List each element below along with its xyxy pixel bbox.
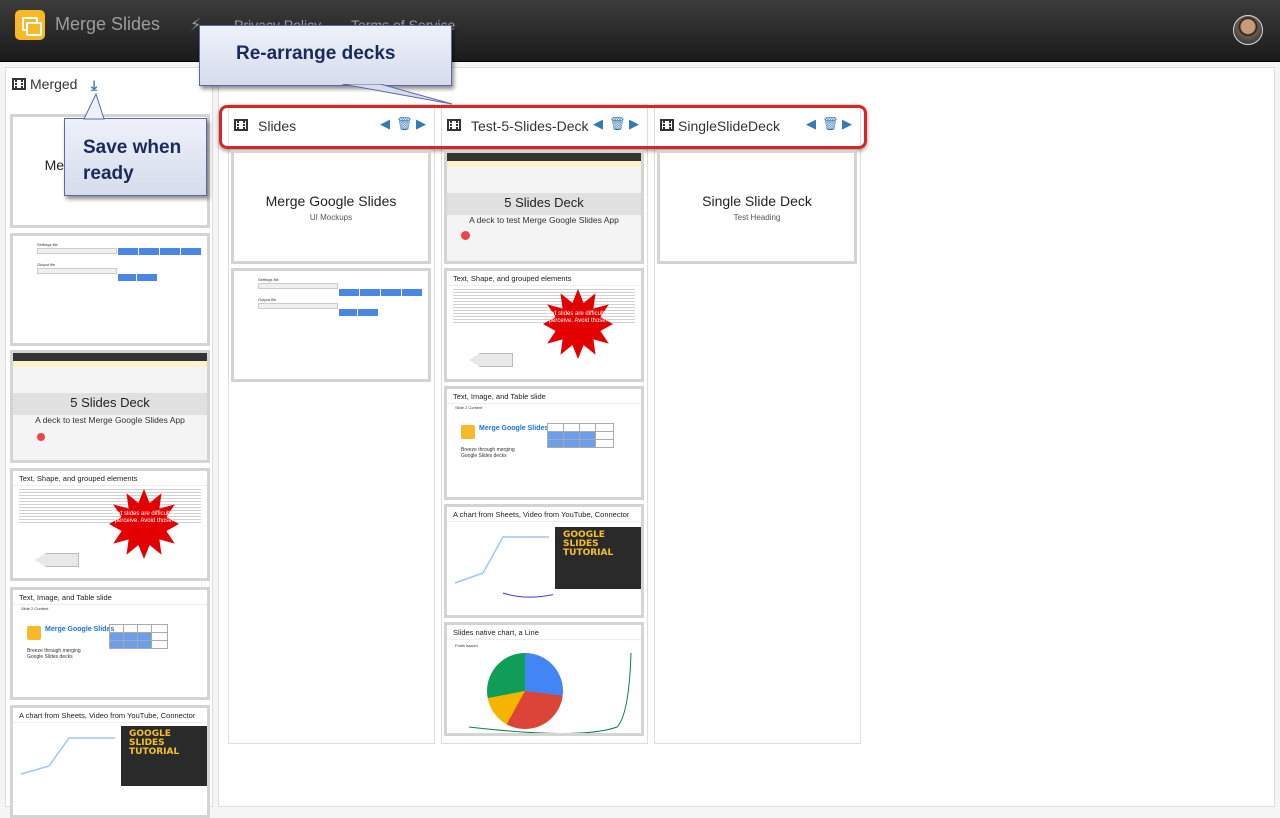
merged-slide-thumbnail[interactable]: Settings file Output file	[10, 233, 210, 346]
slide-heading: A chart from Sheets, Video from YouTube,…	[13, 708, 207, 723]
mini-button	[118, 248, 138, 255]
callout-text: Re-arrange decks	[236, 43, 396, 64]
settings-field	[37, 248, 117, 254]
mini-button	[181, 248, 201, 255]
logo-text: Merge Google Slides	[479, 425, 549, 432]
settings-field	[258, 283, 338, 289]
slide2-content: Slide 2 Content	[21, 606, 49, 611]
button-row	[339, 303, 379, 321]
line-curve	[468, 652, 632, 733]
deck-slide-thumbnail[interactable]: 5 Slides Deck A deck to test Merge Googl…	[444, 150, 644, 264]
button-row	[118, 268, 158, 286]
mini-table	[547, 423, 614, 448]
mini-button	[358, 309, 378, 316]
mini-button	[139, 248, 159, 255]
deck-slide-thumbnail[interactable]: Slides native chart, a Line Fruits issue…	[444, 622, 644, 736]
slide-heading: Text, Image, and Table slide	[13, 590, 207, 605]
slide-subtitle: UI Mockups	[309, 213, 353, 222]
output-label: Output file	[258, 297, 277, 302]
slide-title: 5 Slides Deck	[504, 195, 584, 210]
film-icon	[12, 78, 26, 90]
slide-subtitle: Test Heading	[733, 213, 781, 222]
deck-slide-thumbnail[interactable]: Text, Shape, and grouped elements Text s…	[444, 268, 644, 382]
red-dot	[461, 231, 470, 240]
slide-subtitle: A deck to test Merge Google Slides App	[469, 215, 619, 225]
rearrange-decks-callout: Re-arrange decks	[199, 25, 452, 86]
mini-line-chart	[454, 536, 553, 598]
mock-banner	[13, 361, 207, 367]
mock-banner	[447, 161, 641, 167]
deck-slide-thumbnail[interactable]: Text, Image, and Table slide Slide 2 Con…	[444, 386, 644, 500]
mini-button	[339, 289, 359, 296]
merged-slide-thumbnail[interactable]: Text, Image, and Table slide Slide 2 Con…	[10, 587, 210, 700]
slide-heading: Text, Shape, and grouped elements	[447, 271, 641, 286]
output-field	[258, 303, 338, 309]
deck-headers-highlight	[219, 105, 867, 149]
mini-button	[160, 248, 180, 255]
mock-toolbar	[447, 153, 641, 161]
top-navbar: Merge Slides ⚡ Privacy Policy Terms of S…	[0, 0, 1280, 62]
slide-title: 5 Slides Deck	[70, 395, 150, 410]
slide2-content: Slide 2 Content	[455, 405, 483, 410]
mini-button	[118, 274, 136, 281]
youtube-text: GOOGLE SLIDES TUTORIAL	[129, 729, 180, 757]
starburst-text: Text slides are difficult to perceive. A…	[111, 511, 177, 524]
slides-logo-icon	[27, 626, 41, 640]
button-row	[118, 248, 202, 256]
deck-slide-thumbnail[interactable]: A chart from Sheets, Video from YouTube,…	[444, 504, 644, 618]
merged-header: Merged	[12, 76, 77, 94]
merged-slide-thumbnail[interactable]: A chart from Sheets, Video from YouTube,…	[10, 705, 210, 818]
deck-slide-thumbnail[interactable]: Settings file Output file	[231, 268, 431, 382]
user-avatar[interactable]	[1233, 15, 1263, 45]
slide-heading: A chart from Sheets, Video from YouTube,…	[447, 507, 641, 522]
slide-subtitle: A deck to test Merge Google Slides App	[35, 415, 185, 425]
mini-button	[137, 274, 157, 281]
mini-button	[402, 289, 422, 296]
mini-button	[339, 309, 357, 316]
youtube-video-thumbnail: GOOGLE SLIDES TUTORIAL	[555, 527, 641, 589]
slides-logo-icon	[461, 425, 475, 439]
mini-line-chart	[20, 737, 115, 775]
mini-table	[109, 624, 168, 649]
callout-pointer	[83, 92, 105, 120]
arrow-shape	[469, 353, 513, 367]
mini-button	[381, 289, 401, 296]
callout-pointer	[341, 84, 453, 105]
output-field	[37, 268, 117, 274]
deck-slide-thumbnail[interactable]: Single Slide Deck Test Heading	[657, 150, 857, 264]
merge-slides-logo-icon[interactable]	[15, 10, 45, 40]
merged-title: Merged	[30, 76, 78, 92]
slide-title: Merge Google Slides	[265, 193, 397, 209]
mini-button	[360, 289, 380, 296]
logo-subtext: Breeze through merging Google Slides dec…	[27, 648, 81, 660]
logo-subtext: Breeze through merging Google Slides dec…	[461, 447, 515, 459]
output-label: Output file	[37, 262, 56, 267]
slide-heading: Slides native chart, a Line	[447, 625, 641, 640]
starburst-text: Text slides are difficult to perceive. A…	[545, 311, 611, 324]
merged-slide-thumbnail[interactable]: 5 Slides Deck A deck to test Merge Googl…	[10, 350, 210, 463]
save-when-ready-callout: Save when ready	[64, 118, 207, 196]
red-dot	[37, 433, 45, 441]
callout-text: Save when ready	[83, 137, 182, 184]
youtube-video-thumbnail: GOOGLE SLIDES TUTORIAL	[121, 726, 207, 786]
app-title[interactable]: Merge Slides	[55, 14, 160, 35]
merged-slide-thumbnail[interactable]: Text, Shape, and grouped elements Text s…	[10, 468, 210, 581]
settings-label: Settings file	[258, 277, 279, 282]
settings-label: Settings file	[37, 242, 58, 247]
slide-heading: Text, Shape, and grouped elements	[13, 471, 207, 486]
slide-title: Single Slide Deck	[702, 193, 812, 209]
deck-slide-thumbnail[interactable]: Merge Google Slides UI Mockups	[231, 150, 431, 264]
youtube-text: GOOGLE SLIDES TUTORIAL	[563, 530, 614, 558]
button-row	[339, 283, 423, 301]
mock-toolbar	[13, 353, 207, 361]
logo-text: Merge Google Slides	[45, 626, 115, 633]
arrow-shape	[35, 553, 79, 567]
slide-heading: Text, Image, and Table slide	[447, 389, 641, 404]
